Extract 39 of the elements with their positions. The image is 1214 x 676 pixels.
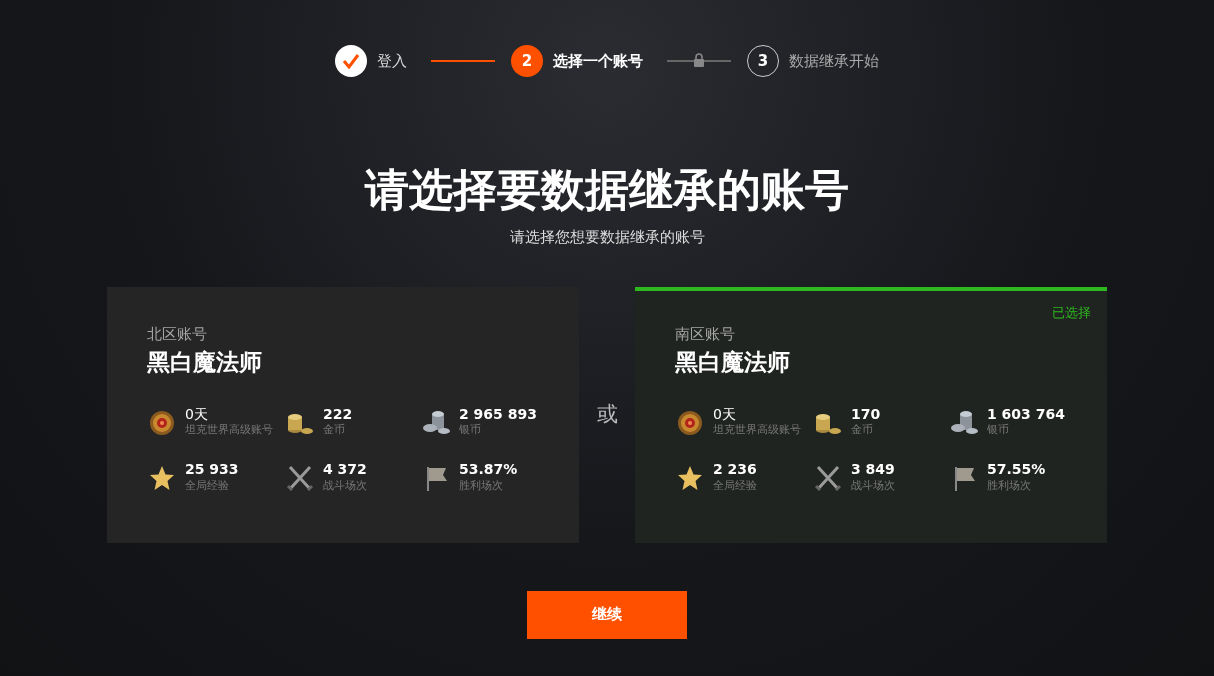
stat-value: 3 849	[851, 460, 895, 478]
stat-label: 金币	[323, 422, 346, 439]
step-indicator: 2	[511, 45, 543, 77]
selected-label: 已选择	[1052, 303, 1091, 322]
stat-value: 53.87%	[459, 460, 518, 478]
stat-value: 4 372	[323, 460, 367, 478]
account-name: 黑白魔法师	[147, 348, 263, 377]
step-label: 数据继承开始	[789, 50, 879, 72]
stat-value: 170	[851, 405, 881, 423]
stat-value: 0天	[185, 405, 209, 423]
stat-label: 坦克世界高级账号	[185, 422, 273, 439]
stat-label: 胜利场次	[459, 477, 504, 494]
lock-icon	[693, 53, 705, 67]
stat-label: 银币	[987, 422, 1010, 439]
stat-label: 金币	[851, 422, 874, 439]
stat-label: 银币	[459, 422, 482, 439]
stat-label: 坦克世界高级账号	[713, 422, 801, 439]
stat-label: 胜利场次	[987, 477, 1032, 494]
region-label: 北区账号	[147, 323, 208, 345]
separator-text: 或	[595, 400, 619, 428]
account-name: 黑白魔法师	[675, 348, 791, 377]
stat-value: 25 933	[185, 460, 239, 478]
stat-value: 2 965 893	[459, 405, 537, 423]
region-label: 南区账号	[675, 323, 736, 345]
stat-label: 战斗场次	[851, 477, 895, 494]
account-card[interactable]: 北区账号 黑白魔法师 0天 坦克世界高级账号 222 金币 2 965 893 银币 25 933 全局经验 4 372 战斗场次 53.87% 胜利场次	[107, 286, 579, 543]
stat-label: 全局经验	[185, 477, 230, 494]
account-card[interactable]: 已选择 南区账号 黑白魔法师 0天 坦克世界高级账号 170 金币 1 603 764 银币 2 236 全局经验 3 849 战斗场次 57.55% 胜利场次	[635, 286, 1107, 543]
page-title: 请选择要数据继承的账号	[365, 168, 849, 212]
stat-value: 2 236	[713, 460, 757, 478]
stat-value: 1 603 764	[987, 405, 1065, 423]
step-label: 登入	[377, 50, 407, 72]
stat-label: 战斗场次	[323, 477, 367, 494]
stat-label: 全局经验	[713, 477, 757, 494]
page-subtitle: 请选择您想要数据继承的账号	[508, 227, 706, 248]
stat-value: 222	[323, 405, 353, 423]
stat-value: 0天	[713, 405, 737, 423]
step-label: 选择一个账号	[553, 50, 643, 72]
stat-value: 57.55%	[987, 460, 1046, 478]
